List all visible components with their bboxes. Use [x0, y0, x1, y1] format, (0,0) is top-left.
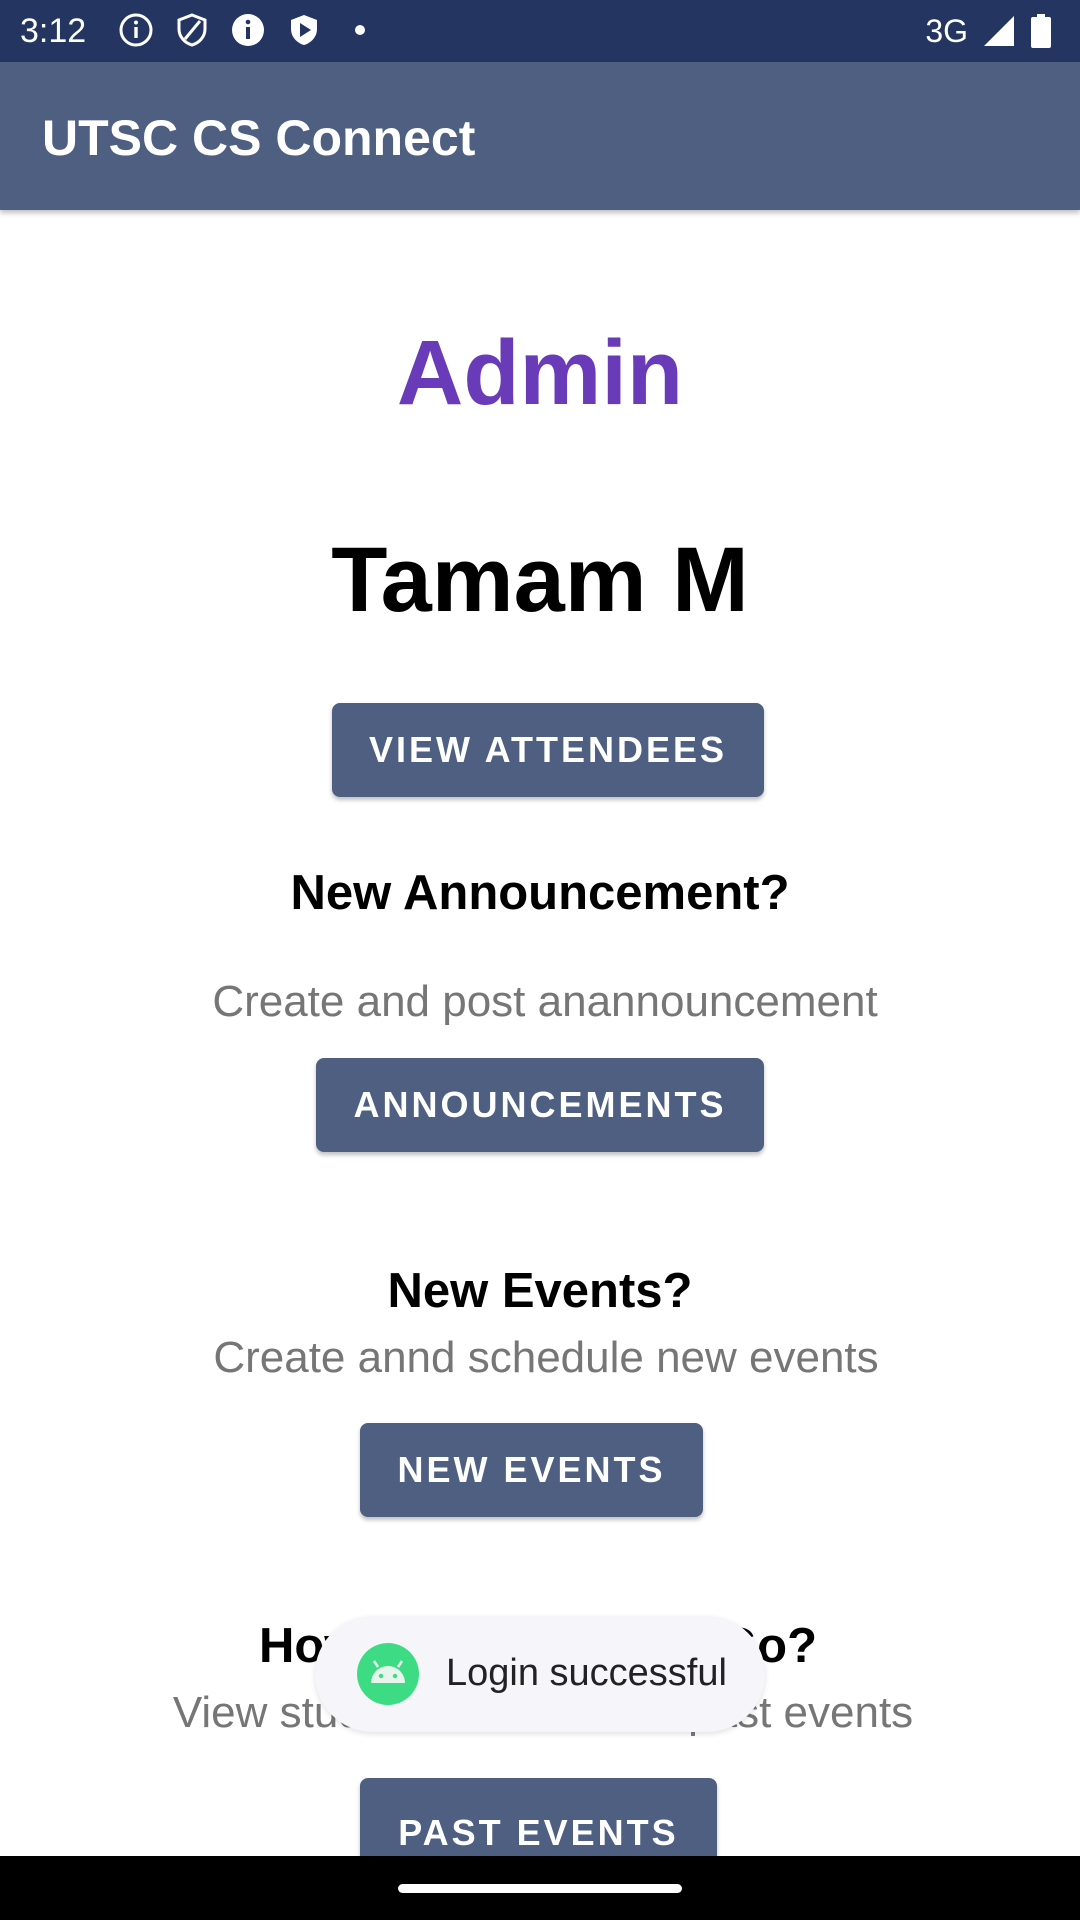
toast-message: Login successful — [315, 1616, 765, 1732]
status-time: 3:12 — [20, 12, 87, 50]
announcement-subtitle: Create and post anannouncement — [212, 977, 878, 1026]
android-icon — [357, 1643, 419, 1705]
events-subtitle: Create annd schedule new events — [213, 1333, 879, 1382]
home-gesture-handle[interactable] — [398, 1884, 682, 1893]
notification-icons — [118, 12, 378, 48]
announcement-heading: New Announcement? — [290, 866, 790, 920]
new-events-button[interactable]: NEW EVENTS — [360, 1423, 703, 1517]
user-role: Admin — [396, 322, 684, 424]
app-title: UTSC CS Connect — [42, 110, 476, 166]
events-heading: New Events? — [387, 1264, 693, 1318]
system-status: 3G — [925, 10, 1052, 52]
user-name: Tamam M — [331, 529, 749, 631]
status-bar: 3:12 3G — [0, 0, 1080, 62]
toast-text: Login successful — [446, 1652, 727, 1694]
battery-icon — [1031, 14, 1051, 48]
info-filled-icon — [232, 14, 264, 46]
app-bar: UTSC CS Connect — [0, 62, 1080, 210]
play-shield-icon — [291, 15, 317, 45]
announcements-button[interactable]: ANNOUNCEMENTS — [316, 1058, 764, 1152]
view-attendees-button[interactable]: VIEW ATTENDEES — [332, 703, 764, 797]
shield-icon — [177, 13, 207, 47]
dot-icon — [355, 25, 365, 35]
signal-icon — [984, 16, 1014, 46]
navigation-bar — [0, 1856, 1080, 1920]
info-icon — [119, 13, 153, 47]
network-type: 3G — [925, 13, 968, 49]
